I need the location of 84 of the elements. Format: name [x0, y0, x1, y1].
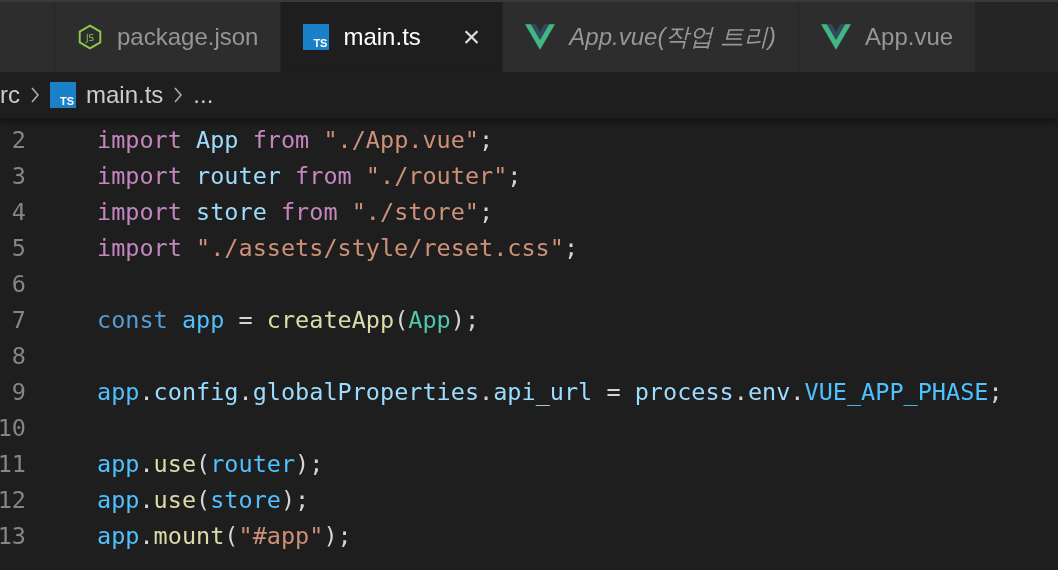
punctuation-text: . [479, 378, 494, 406]
keyword-text: import [97, 126, 183, 154]
punctuation-text: ( [196, 450, 211, 478]
punctuation-text: . [139, 450, 154, 478]
constant-text: router [210, 450, 296, 478]
line-number: 6 [10, 270, 26, 298]
chevron-icon [173, 86, 184, 104]
punctuation-text: ); [280, 486, 310, 514]
class-text: App [408, 306, 451, 334]
function-text: use [153, 486, 197, 514]
editor-tab[interactable]: JS package.json [55, 2, 282, 72]
line-number: 11 [0, 450, 26, 478]
punctuation-text: ; [988, 378, 1003, 406]
line-number: 12 [0, 486, 26, 514]
string-text: "./router" [365, 162, 508, 190]
punctuation-text: ); [295, 450, 324, 478]
constant-text: store [210, 486, 281, 514]
line-number: 3 [10, 162, 26, 190]
line-number: 5 [10, 234, 26, 262]
constant-text: app [97, 378, 140, 406]
punctuation-text: ; [479, 198, 494, 226]
chevron-icon [30, 86, 40, 104]
editor-tab[interactable]: App.vue [799, 2, 977, 72]
variable-text: App [196, 126, 240, 154]
punctuation-text: ); [450, 306, 480, 334]
punctuation-text: . [790, 378, 805, 406]
editor-tab[interactable]: App.vue(작업 트리) [503, 2, 800, 72]
keyword-text: from [295, 162, 353, 190]
punctuation-text: . [139, 522, 154, 550]
punctuation-text: ; [479, 126, 494, 154]
punctuation-text: . [139, 378, 154, 406]
variable-text: config [153, 378, 239, 406]
breadcrumb-file[interactable]: main.ts [86, 81, 164, 109]
keyword-text: from [280, 198, 339, 226]
string-text: "./App.vue" [323, 126, 480, 154]
constant-text: app [97, 522, 140, 550]
constant-text: VUE_APP_PHASE [804, 378, 989, 406]
punctuation-text: ( [394, 306, 409, 334]
constant-text: app [97, 486, 140, 514]
line-number: 4 [10, 198, 26, 226]
string-text: "./assets/style/reset.css" [196, 234, 564, 262]
vue-v-icon [821, 24, 852, 50]
keyword-text: from [252, 126, 311, 154]
string-text: "#app" [238, 522, 324, 550]
punctuation-text: . [733, 378, 748, 406]
line-number: 9 [10, 378, 26, 406]
punctuation-text: ( [224, 522, 239, 550]
breadcrumb-folder[interactable]: rc [0, 81, 20, 109]
function-text: createApp [266, 306, 395, 334]
keyword-text: const [97, 306, 169, 334]
variable-text: api_url [493, 378, 593, 406]
vue-v-icon [525, 24, 556, 50]
punctuation-text: ; [563, 234, 579, 262]
hexagon-icon: JS [77, 24, 103, 50]
breadcrumb-more[interactable]: ... [193, 81, 214, 109]
line-number: 8 [10, 342, 26, 370]
function-text: use [153, 450, 197, 478]
variable-text: router [196, 162, 282, 190]
typescript-icon: TS [50, 82, 76, 108]
line-number: 7 [10, 306, 26, 334]
variable-text: globalProperties [252, 378, 480, 406]
close-icon[interactable]: × [462, 22, 481, 52]
constant-text: app [97, 450, 140, 478]
punctuation-text: ; [507, 162, 522, 190]
keyword-text: import [97, 234, 183, 262]
variable-text: store [196, 198, 268, 226]
editor-tab[interactable]: TS main.ts × [281, 2, 504, 72]
punctuation-text: . [139, 486, 154, 514]
punctuation-text: ( [196, 486, 211, 514]
line-number: 13 [0, 522, 26, 550]
line-number: 2 [10, 126, 26, 154]
punctuation-text: = [237, 306, 254, 334]
variable-text: process [634, 378, 734, 406]
string-text: "./store" [351, 198, 480, 226]
typescript-icon: TS [303, 24, 330, 50]
function-text: mount [153, 522, 225, 550]
punctuation-text: . [238, 378, 253, 406]
punctuation-text: = [605, 378, 622, 406]
variable-text: env [747, 378, 791, 406]
punctuation-text: ); [323, 522, 352, 550]
keyword-text: import [97, 198, 183, 226]
constant-text: app [181, 306, 225, 334]
keyword-text: import [97, 162, 183, 190]
line-number: 10 [0, 414, 26, 442]
